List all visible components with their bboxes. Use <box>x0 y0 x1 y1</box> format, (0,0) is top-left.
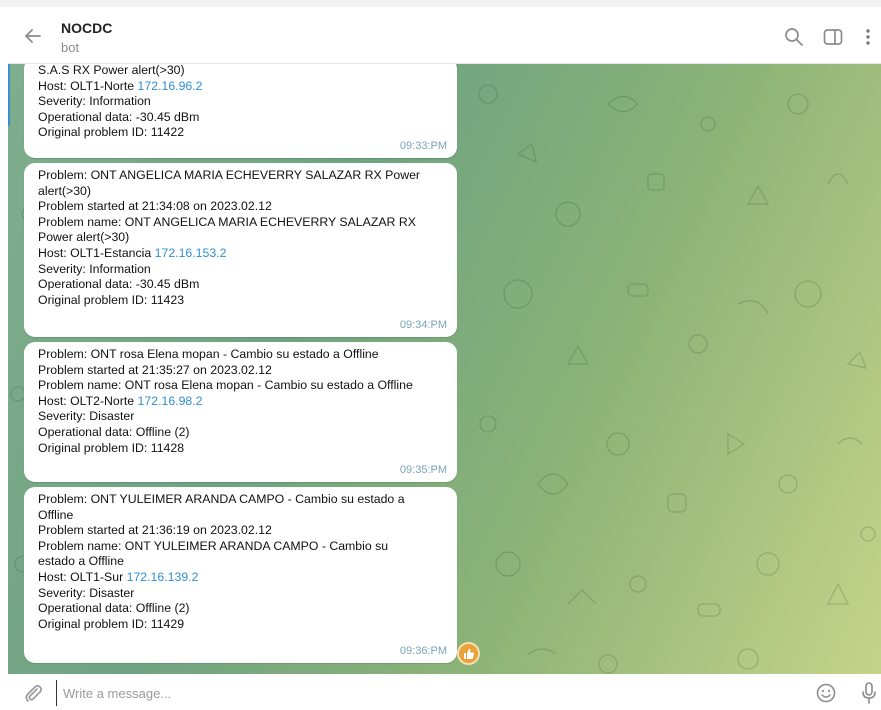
message-line: Problem started at 21:35:27 on 2023.02.1… <box>38 362 272 377</box>
search-icon[interactable] <box>783 26 805 48</box>
message-line: Original problem ID: 11429 <box>38 616 185 631</box>
message-line: Severity: Information <box>38 94 151 109</box>
window-top-strip <box>0 0 881 7</box>
message-line: Problem started at 21:34:08 on 2023.02.1… <box>38 199 272 214</box>
host-label: Host: OLT2-Norte <box>38 393 138 408</box>
message-line: Problem name: ONT YULEIMER ARANDA CAMPO … <box>38 538 389 553</box>
emoji-icon[interactable] <box>815 682 837 704</box>
chat-subtitle: bot <box>61 40 80 55</box>
back-arrow-icon[interactable] <box>22 25 44 47</box>
host-label: Host: OLT1-Estancia <box>38 245 155 260</box>
message-bubble[interactable]: Problem: ONT rosa Elena mopan - Cambio s… <box>24 342 457 482</box>
more-vertical-icon[interactable] <box>857 26 879 48</box>
message-line: Problem name: ONT rosa Elena mopan - Cam… <box>38 378 413 393</box>
message-time: 09:36:PM <box>399 645 447 657</box>
sidebar-toggle-icon[interactable] <box>822 26 844 48</box>
attach-icon[interactable] <box>22 682 44 704</box>
message-composer <box>8 674 881 710</box>
message-line: Power alert(>30) <box>38 230 130 245</box>
ip-link[interactable]: 172.16.153.2 <box>155 246 227 260</box>
message-line: Original problem ID: 11428 <box>38 440 185 455</box>
message-line: estado a Offline <box>38 554 124 569</box>
host-label: Host: OLT1-Norte <box>38 78 138 93</box>
unread-marker <box>8 64 10 126</box>
message-time: 09:35:PM <box>399 464 447 476</box>
microphone-icon[interactable] <box>859 681 879 705</box>
message-line: Host: OLT1-Sur 172.16.139.2 <box>38 570 447 586</box>
message-line: Problem name: ONT ANGELICA MARIA ECHEVER… <box>38 214 416 229</box>
message-line: Host: OLT1-Estancia 172.16.153.2 <box>38 246 447 262</box>
message-bubble[interactable]: Problem: ONT ANGELICA MARIA ECHEVERRY SA… <box>24 163 457 337</box>
message-line: Operational data: Offline (2) <box>38 424 190 439</box>
chat-area[interactable]: S.A.S RX Power alert(>30) Host: OLT1-Nor… <box>8 64 881 674</box>
message-line: S.A.S RX Power alert(>30) <box>38 64 185 77</box>
message-input[interactable] <box>56 680 765 706</box>
chat-header: NOCDC bot <box>8 7 881 64</box>
message-line: Problem: ONT ANGELICA MARIA ECHEVERRY SA… <box>38 168 421 182</box>
message-bubble[interactable]: S.A.S RX Power alert(>30) Host: OLT1-Nor… <box>24 64 457 158</box>
message-line: Problem started at 21:36:19 on 2023.02.1… <box>38 523 272 538</box>
message-line: Operational data: Offline (2) <box>38 601 190 616</box>
host-label: Host: OLT1-Sur <box>38 569 127 584</box>
ip-link[interactable]: 172.16.98.2 <box>138 394 203 408</box>
message-line: Problem: ONT YULEIMER ARANDA CAMPO - Cam… <box>38 492 405 506</box>
message-line: Offline <box>38 507 74 522</box>
chat-title[interactable]: NOCDC <box>61 20 112 36</box>
message-time: 09:34:PM <box>399 319 447 331</box>
message-line: Original problem ID: 11422 <box>38 125 185 140</box>
message-line: Severity: Disaster <box>38 409 135 424</box>
message-line: Severity: Disaster <box>38 585 135 600</box>
ip-link[interactable]: 172.16.139.2 <box>127 570 199 584</box>
message-time: 09:33:PM <box>399 140 447 152</box>
message-line: Host: OLT2-Norte 172.16.98.2 <box>38 394 447 410</box>
message-bubble[interactable]: Problem: ONT YULEIMER ARANDA CAMPO - Cam… <box>24 487 457 663</box>
message-line: Severity: Information <box>38 261 151 276</box>
ip-link[interactable]: 172.16.96.2 <box>138 79 203 93</box>
message-line: Operational data: -30.45 dBm <box>38 109 200 124</box>
thumbs-up-icon[interactable] <box>459 644 478 663</box>
message-line: Host: OLT1-Norte 172.16.96.2 <box>38 79 447 95</box>
message-line: Original problem ID: 11423 <box>38 292 185 307</box>
message-line: alert(>30) <box>38 183 91 198</box>
message-line: Operational data: -30.45 dBm <box>38 277 200 292</box>
message-line: Problem: ONT rosa Elena mopan - Cambio s… <box>38 347 379 361</box>
